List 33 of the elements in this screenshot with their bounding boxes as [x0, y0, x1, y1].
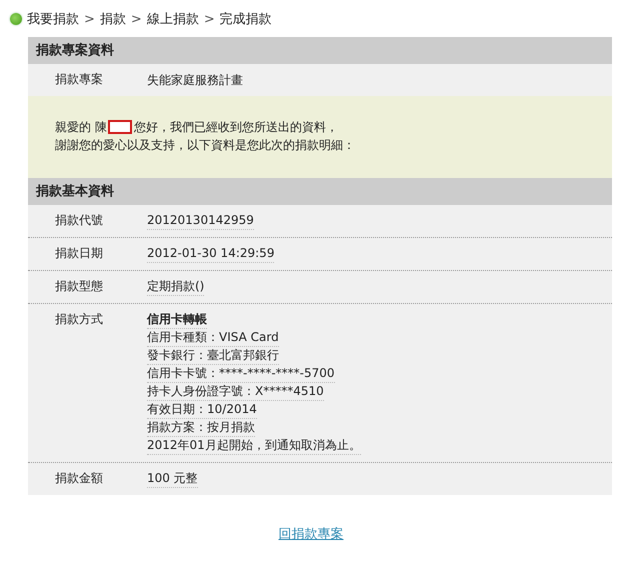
- breadcrumb-link[interactable]: 捐款: [100, 10, 126, 28]
- bullet-icon: [10, 13, 22, 25]
- field-value: 捐款方案：按月捐款: [147, 419, 255, 437]
- back-link[interactable]: 回捐款專案: [278, 525, 344, 543]
- field-label: 捐款代號: [55, 212, 104, 229]
- field-value: 信用卡轉帳: [147, 311, 207, 329]
- field-label: 捐款方式: [55, 311, 104, 328]
- field-value: 發卡銀行：臺北富邦銀行: [147, 347, 279, 365]
- message-text: 謝謝您的愛心以及支持，以下資料是您此次的捐款明細：: [55, 137, 355, 154]
- breadcrumb-separator: >: [84, 12, 95, 26]
- field-value: 2012-01-30 14:29:59: [147, 245, 274, 263]
- field-value: 持卡人身份證字號：X*****4510: [147, 383, 324, 401]
- section-header: 捐款基本資料: [28, 178, 612, 205]
- breadcrumb-current: 完成捐款: [220, 11, 272, 28]
- greeting-text: 親愛的 陳: [55, 119, 107, 136]
- field-label: 捐款型態: [55, 278, 104, 295]
- field-value: 定期捐款(): [147, 278, 204, 296]
- field-value: 信用卡卡號：****-****-****-5700: [147, 365, 335, 383]
- field-value: 2012年01月起開始，到通知取消為止。: [147, 437, 361, 455]
- field-label: 捐款專案: [55, 71, 104, 88]
- field-value: 20120130142959: [147, 212, 254, 230]
- field-value: 失能家庭服務計畫: [147, 72, 243, 89]
- breadcrumb-link[interactable]: 我要捐款: [27, 10, 79, 28]
- breadcrumb-separator: >: [130, 12, 142, 26]
- greeting-text: 您好，我們已經收到您所送出的資料，: [134, 119, 338, 136]
- field-value: 有效日期：10/2014: [147, 401, 257, 419]
- field-value: 信用卡種類：VISA Card: [147, 329, 279, 347]
- breadcrumb-link[interactable]: 線上捐款: [146, 10, 199, 28]
- field-label: 捐款金額: [55, 470, 104, 487]
- section-header: 捐款專案資料: [28, 37, 612, 64]
- field-value: 100 元整: [147, 470, 198, 488]
- breadcrumb-separator: >: [204, 12, 215, 26]
- field-label: 捐款日期: [55, 245, 104, 262]
